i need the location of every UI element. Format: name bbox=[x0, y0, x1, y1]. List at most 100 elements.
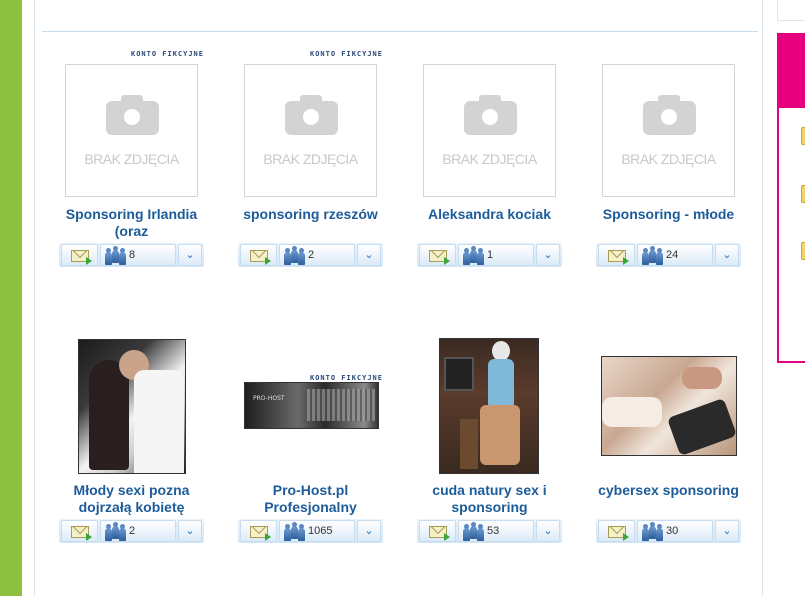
profile-actions: 1 ⌄ bbox=[417, 243, 562, 267]
profile-photo bbox=[439, 338, 539, 474]
profile-title[interactable]: Aleksandra kociak bbox=[417, 206, 562, 240]
send-message-button[interactable] bbox=[240, 244, 277, 266]
profile-title[interactable]: Sponsoring Irlandia (oraz bbox=[59, 206, 204, 240]
friends-button[interactable]: 2 bbox=[100, 520, 176, 542]
fake-account-badge: KONTO FIKCYJNE bbox=[130, 50, 204, 58]
arrow-icon bbox=[86, 257, 92, 265]
folder-icon[interactable] bbox=[801, 127, 805, 145]
chevron-down-icon: ⌄ bbox=[543, 248, 553, 261]
no-photo-placeholder: BRAK ZDJĘCIA bbox=[244, 64, 377, 197]
more-button[interactable]: ⌄ bbox=[536, 520, 560, 542]
folder-icon[interactable] bbox=[801, 185, 805, 203]
more-button[interactable]: ⌄ bbox=[715, 244, 739, 266]
arrow-icon bbox=[86, 533, 92, 541]
profile-photo-link[interactable]: BRAK ZDJĘCIA bbox=[417, 60, 562, 205]
no-photo-label: BRAK ZDJĘCIA bbox=[621, 151, 716, 167]
friends-button[interactable]: 24 bbox=[637, 244, 713, 266]
people-icon bbox=[105, 522, 127, 541]
no-photo-placeholder: BRAK ZDJĘCIA bbox=[423, 64, 556, 197]
profile-photo bbox=[78, 339, 186, 474]
chevron-down-icon: ⌄ bbox=[185, 524, 195, 537]
friends-count: 2 bbox=[308, 249, 315, 261]
profile-photo-link[interactable]: BRAK ZDJĘCIA bbox=[59, 60, 204, 205]
friends-button[interactable]: 1065 bbox=[279, 520, 355, 542]
more-button[interactable]: ⌄ bbox=[178, 520, 202, 542]
side-panel-header bbox=[779, 35, 805, 108]
friends-count: 24 bbox=[666, 249, 679, 261]
side-panel bbox=[777, 33, 805, 363]
people-icon bbox=[284, 246, 306, 265]
send-message-button[interactable] bbox=[240, 520, 277, 542]
profile-title[interactable]: Pro-Host.pl Profesjonalny bbox=[238, 482, 383, 516]
friends-count: 1 bbox=[487, 249, 494, 261]
arrow-icon bbox=[623, 533, 629, 541]
profile-actions: 30 ⌄ bbox=[596, 519, 741, 543]
profile-title[interactable]: Młody sexi pozna dojrzałą kobietę bbox=[59, 482, 204, 516]
folder-icon[interactable] bbox=[801, 242, 805, 260]
chevron-down-icon: ⌄ bbox=[543, 524, 553, 537]
profile-photo-link[interactable] bbox=[417, 336, 562, 481]
send-message-button[interactable] bbox=[419, 520, 456, 542]
friends-button[interactable]: 30 bbox=[637, 520, 713, 542]
arrow-icon bbox=[623, 257, 629, 265]
profile-actions: 2 ⌄ bbox=[59, 519, 204, 543]
people-icon bbox=[463, 522, 485, 541]
profile-photo-link[interactable]: BRAK ZDJĘCIA bbox=[596, 60, 741, 205]
people-icon bbox=[463, 246, 485, 265]
left-accent-bar bbox=[0, 0, 22, 596]
no-photo-label: BRAK ZDJĘCIA bbox=[263, 151, 358, 167]
camera-icon bbox=[643, 95, 696, 135]
chevron-down-icon: ⌄ bbox=[722, 524, 732, 537]
profile-title[interactable]: Sponsoring - młode bbox=[596, 206, 741, 240]
arrow-icon bbox=[265, 533, 271, 541]
profile-title[interactable]: cuda natury sex i sponsoring bbox=[417, 482, 562, 516]
friends-button[interactable]: 8 bbox=[100, 244, 176, 266]
no-photo-placeholder: BRAK ZDJĘCIA bbox=[602, 64, 735, 197]
send-message-button[interactable] bbox=[598, 520, 635, 542]
chevron-down-icon: ⌄ bbox=[185, 248, 195, 261]
no-photo-label: BRAK ZDJĘCIA bbox=[442, 151, 537, 167]
arrow-icon bbox=[444, 257, 450, 265]
send-message-button[interactable] bbox=[419, 244, 456, 266]
fake-account-badge: KONTO FIKCYJNE bbox=[309, 50, 383, 58]
friends-button[interactable]: 53 bbox=[458, 520, 534, 542]
camera-icon bbox=[285, 95, 338, 135]
profile-photo-link[interactable] bbox=[596, 336, 741, 481]
friends-count: 1065 bbox=[308, 525, 333, 537]
friends-count: 8 bbox=[129, 249, 136, 261]
content-border-left bbox=[34, 0, 35, 596]
send-message-button[interactable] bbox=[61, 520, 98, 542]
section-divider bbox=[42, 31, 758, 32]
profile-title[interactable]: sponsoring rzeszów bbox=[238, 206, 383, 240]
friends-button[interactable]: 2 bbox=[279, 244, 355, 266]
profile-photo-link[interactable]: PRO-HOST bbox=[238, 336, 383, 481]
profile-actions: 53 ⌄ bbox=[417, 519, 562, 543]
profile-photo-link[interactable]: BRAK ZDJĘCIA bbox=[238, 60, 383, 205]
profile-photo: PRO-HOST bbox=[244, 382, 379, 429]
camera-icon bbox=[464, 95, 517, 135]
arrow-icon bbox=[265, 257, 271, 265]
send-message-button[interactable] bbox=[598, 244, 635, 266]
friends-count: 2 bbox=[129, 525, 136, 537]
more-button[interactable]: ⌄ bbox=[357, 520, 381, 542]
more-button[interactable]: ⌄ bbox=[715, 520, 739, 542]
send-message-button[interactable] bbox=[61, 244, 98, 266]
people-icon bbox=[105, 246, 127, 265]
camera-icon bbox=[106, 95, 159, 135]
chevron-down-icon: ⌄ bbox=[364, 524, 374, 537]
no-photo-label: BRAK ZDJĘCIA bbox=[84, 151, 179, 167]
more-button[interactable]: ⌄ bbox=[536, 244, 560, 266]
profile-actions: 8 ⌄ bbox=[59, 243, 204, 267]
more-button[interactable]: ⌄ bbox=[178, 244, 202, 266]
content-border-right bbox=[762, 0, 763, 596]
profile-photo-link[interactable] bbox=[59, 336, 204, 481]
friends-count: 30 bbox=[666, 525, 679, 537]
friends-button[interactable]: 1 bbox=[458, 244, 534, 266]
more-button[interactable]: ⌄ bbox=[357, 244, 381, 266]
profile-photo bbox=[601, 356, 737, 456]
people-icon bbox=[642, 522, 664, 541]
people-icon bbox=[642, 246, 664, 265]
no-photo-placeholder: BRAK ZDJĘCIA bbox=[65, 64, 198, 197]
profile-title[interactable]: cybersex sponsoring bbox=[596, 482, 741, 516]
side-top-box bbox=[777, 0, 805, 21]
